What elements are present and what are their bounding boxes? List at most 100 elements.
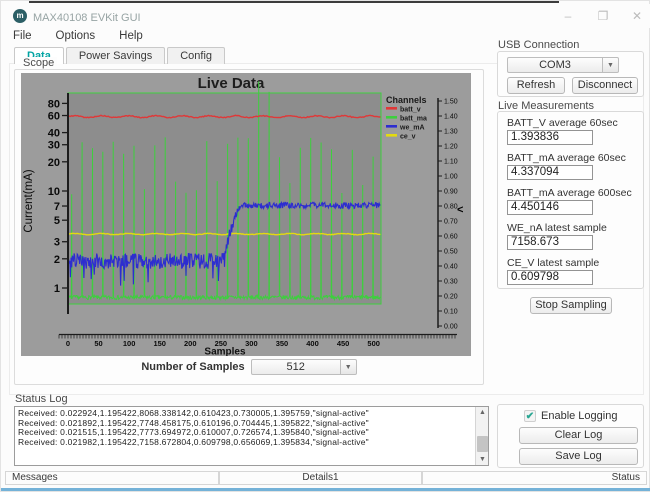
left-axis-tick-label: 10	[48, 186, 60, 198]
chart-title: Live Data	[198, 75, 265, 92]
number-of-samples-value[interactable]: 512	[251, 359, 341, 375]
scope-label: Scope	[20, 57, 57, 69]
usb-connection-group: COM3 ▼ Refresh Disconnect	[497, 51, 644, 97]
window-title: MAX40108 EVKit GUI	[33, 12, 141, 24]
enable-logging-row[interactable]: ✔ Enable Logging	[524, 410, 617, 422]
left-axis-tick-label: 40	[48, 128, 60, 140]
measurement-item: BATT_mA average 60sec4.337094	[507, 152, 642, 180]
titlebar[interactable]: m MAX40108 EVKit GUI – ❐ ✕	[1, 4, 650, 28]
right-axis-tick-label: 0.80	[444, 204, 458, 211]
menu-item-file[interactable]: File	[11, 29, 34, 45]
log-line: Received: 0.021982,1.195422,7158.672804,…	[18, 438, 474, 448]
measurement-value-field[interactable]: 4.450146	[507, 200, 593, 215]
right-axis-tick-label: 1.10	[444, 159, 458, 166]
left-axis-title: Current(mA)	[23, 169, 35, 232]
refresh-button[interactable]: Refresh	[507, 77, 565, 94]
enable-logging-checkbox[interactable]: ✔	[524, 410, 536, 422]
number-of-samples-select[interactable]: 512 ▼	[251, 359, 357, 375]
enable-logging-label: Enable Logging	[541, 410, 617, 422]
number-of-samples-label: Number of Samples	[141, 361, 244, 373]
measurement-value-field[interactable]: 0.609798	[507, 270, 593, 285]
left-axis-tick-label: 2	[54, 254, 60, 266]
tab-config[interactable]: Config	[167, 47, 225, 64]
com-port-value[interactable]: COM3	[507, 57, 603, 73]
right-axis-tick-label: 0.50	[444, 249, 458, 256]
x-axis-tick-label: 400	[306, 339, 319, 348]
x-axis-tick-label: 450	[337, 339, 350, 348]
left-axis-tick-label: 3	[54, 237, 60, 249]
legend-label-batt_v: batt_v	[400, 107, 421, 114]
status-log-box[interactable]: Received: 0.022924,1.195422,8068.338142,…	[14, 406, 489, 466]
legend-label-batt_ma: batt_ma	[400, 116, 427, 123]
x-axis-tick-label: 0	[66, 339, 70, 348]
clear-log-button[interactable]: Clear Log	[519, 427, 638, 444]
left-axis-tick-label: 20	[48, 157, 60, 169]
x-axis-tick-label: 100	[123, 339, 136, 348]
statusbar-details: Details1	[219, 471, 422, 485]
measurement-label: BATT_mA average 60sec	[507, 152, 642, 164]
menu-item-options[interactable]: Options	[54, 29, 98, 45]
left-axis-tick-label: 1	[54, 283, 60, 295]
right-axis-tick-label: 0.60	[444, 234, 458, 241]
legend-swatch-batt_v	[386, 107, 397, 110]
x-axis-tick-label: 500	[367, 339, 380, 348]
bottom-accent-line	[1, 488, 650, 491]
menubar: File Options Help	[11, 29, 145, 45]
left-axis-tick-label: 7	[54, 201, 60, 213]
measurement-label: WE_nA latest sample	[507, 222, 642, 234]
legend-label-ce_v: ce_v	[400, 134, 416, 141]
x-axis-tick-label: 50	[94, 339, 102, 348]
right-axis-tick-label: 0.90	[444, 189, 458, 196]
right-axis-tick-label: 0.10	[444, 309, 458, 316]
right-axis-tick-label: 1.30	[444, 129, 458, 136]
measurement-value-field[interactable]: 4.337094	[507, 165, 593, 180]
com-port-select[interactable]: COM3 ▼	[507, 57, 619, 73]
scope-chart: Live Data80604030201075321Current(mA)1.5…	[21, 73, 471, 356]
disconnect-button[interactable]: Disconnect	[572, 77, 638, 94]
scroll-thumb[interactable]	[477, 436, 488, 452]
right-axis-tick-label: 0.20	[444, 294, 458, 301]
number-of-samples-row: Number of Samples 512 ▼	[14, 358, 484, 376]
measurement-value-field[interactable]: 7158.673	[507, 235, 593, 250]
statusbar-status: Status	[422, 471, 647, 485]
chevron-down-icon[interactable]: ▼	[603, 57, 619, 73]
logging-group: ✔ Enable Logging Clear Log Save Log	[497, 404, 644, 468]
measurement-value-field[interactable]: 1.393836	[507, 130, 593, 145]
axis-marker-icon: <	[457, 204, 463, 216]
plot-area	[68, 93, 381, 304]
scroll-up-icon[interactable]: ▲	[476, 407, 489, 418]
menu-item-help[interactable]: Help	[117, 29, 145, 45]
right-axis-tick-label: 1.50	[444, 99, 458, 106]
measurement-label: BATT_mA average 600sec	[507, 187, 642, 199]
legend-label-we_mA: we_mA	[399, 125, 425, 132]
x-axis-tick-label: 200	[184, 339, 197, 348]
x-axis-tick-label: 350	[276, 339, 289, 348]
x-axis-tick-label: 150	[153, 339, 166, 348]
window-top-edge	[29, 1, 559, 3]
legend-swatch-we_mA	[386, 125, 397, 128]
measurement-item: WE_nA latest sample7158.673	[507, 222, 642, 250]
log-scrollbar[interactable]: ▲ ▼	[475, 407, 488, 465]
chevron-down-icon[interactable]: ▼	[341, 359, 357, 375]
checkmark-icon: ✔	[526, 411, 534, 422]
stop-sampling-button[interactable]: Stop Sampling	[530, 297, 612, 314]
x-axis-title: Samples	[204, 347, 246, 357]
tab-power-savings[interactable]: Power Savings	[66, 47, 165, 64]
right-axis-tick-label: 1.20	[444, 144, 458, 151]
status-log-lines: Received: 0.022924,1.195422,8068.338142,…	[18, 409, 474, 447]
maximize-button[interactable]: ❐	[592, 10, 614, 24]
left-axis-tick-label: 60	[48, 111, 60, 123]
measurement-item: BATT_mA average 600sec4.450146	[507, 187, 642, 215]
right-axis-tick-label: 1.00	[444, 174, 458, 181]
minimize-button[interactable]: –	[557, 10, 579, 24]
x-axis-tick-label: 300	[245, 339, 258, 348]
right-axis-tick-label: 0.00	[444, 324, 458, 331]
measurement-item: CE_V latest sample0.609798	[507, 257, 642, 285]
scroll-down-icon[interactable]: ▼	[476, 454, 489, 465]
legend-swatch-batt_ma	[386, 116, 397, 119]
live-measurements-group: BATT_V average 60sec1.393836 BATT_mA aver…	[497, 111, 644, 289]
left-axis-tick-label: 30	[48, 140, 60, 152]
close-button[interactable]: ✕	[626, 10, 648, 24]
save-log-button[interactable]: Save Log	[519, 448, 638, 465]
measurement-item: BATT_V average 60sec1.393836	[507, 117, 642, 145]
